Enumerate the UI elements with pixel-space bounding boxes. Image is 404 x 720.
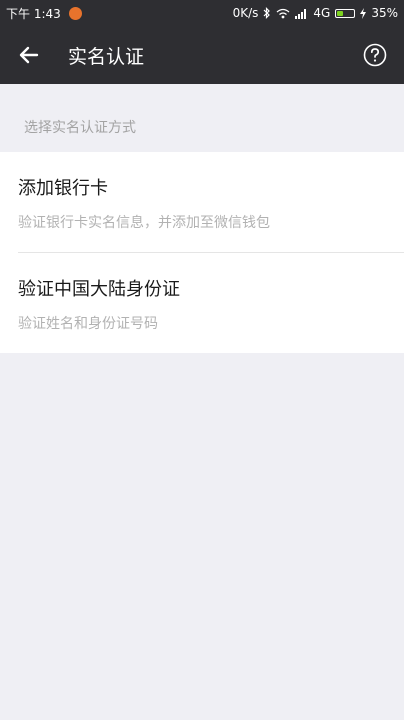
- method-description: 验证姓名和身份证号码: [18, 316, 158, 332]
- bolt-icon: [360, 7, 367, 19]
- method-description: 验证银行卡实名信息，并添加至微信钱包: [18, 215, 270, 231]
- notification-app-icon: [68, 6, 82, 20]
- page-title: 实名认证: [68, 45, 145, 68]
- verify-id-card-option[interactable]: 验证中国大陆身份证 验证姓名和身份证号码: [0, 253, 404, 353]
- status-right: 0K/s 4G 35%: [233, 6, 398, 20]
- help-button[interactable]: [346, 26, 404, 84]
- method-title: 验证中国大陆身份证: [18, 279, 180, 300]
- wifi-icon: [276, 8, 290, 18]
- add-bank-card-option[interactable]: 添加银行卡 验证银行卡实名信息，并添加至微信钱包: [0, 152, 404, 252]
- method-title: 添加银行卡: [18, 178, 108, 199]
- signal-icon: [295, 8, 307, 19]
- bluetooth-icon: [263, 7, 271, 19]
- status-bar: 下午 1:43 0K/s 4G 35%: [0, 0, 404, 26]
- back-button[interactable]: [0, 26, 58, 84]
- status-time: 下午 1:43: [6, 6, 61, 21]
- arrow-left-icon: [19, 46, 39, 64]
- network-type: 4G: [313, 6, 331, 20]
- status-left: 下午 1:43: [6, 5, 82, 22]
- network-speed: 0K/s: [232, 6, 259, 20]
- section-label: 选择实名认证方式: [24, 120, 136, 136]
- battery-level: [337, 10, 343, 16]
- battery-icon: [335, 8, 356, 18]
- question-circle-icon: [363, 43, 387, 67]
- verification-method-list: 添加银行卡 验证银行卡实名信息，并添加至微信钱包 验证中国大陆身份证 验证姓名和…: [0, 152, 404, 353]
- battery-percent: 35%: [371, 6, 398, 20]
- app-bar: 实名认证: [0, 26, 404, 84]
